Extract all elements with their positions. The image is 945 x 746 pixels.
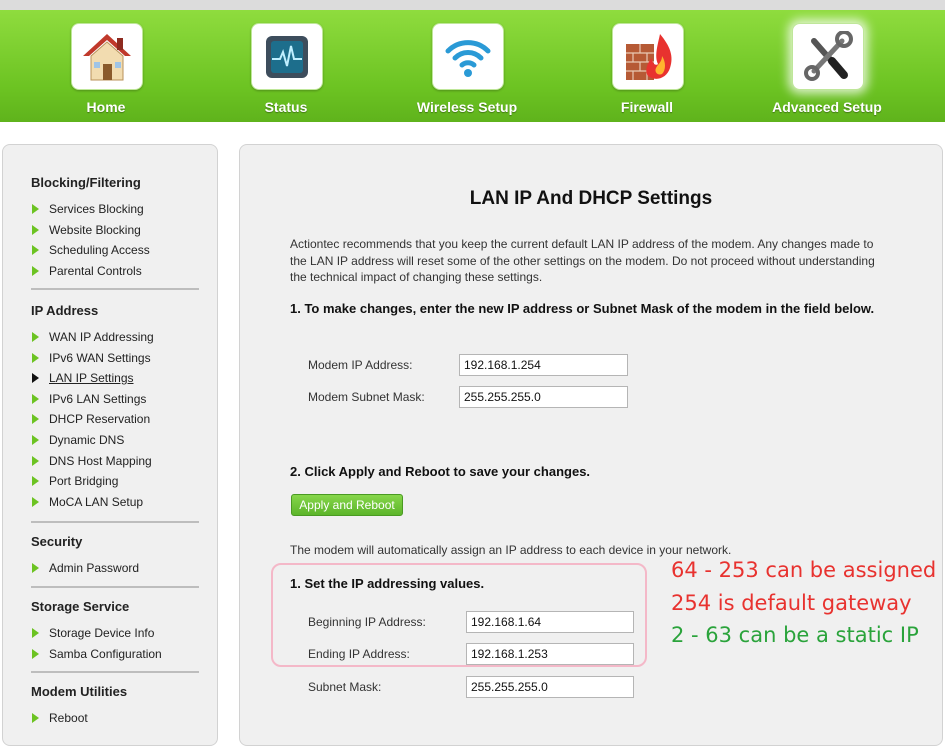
- step-2-instructions: 2. Click Apply and Reboot to save your c…: [290, 464, 591, 479]
- dhcp-note: The modem will automatically assign an I…: [290, 543, 732, 557]
- triangle-right-icon: [32, 455, 39, 466]
- tools-icon: [792, 23, 864, 90]
- sidebar-item-ipv6-lan-settings[interactable]: IPv6 LAN Settings: [31, 392, 201, 413]
- sidebar-section-storage: Storage Service Storage Device Info Samb…: [31, 599, 201, 667]
- apply-and-reboot-button[interactable]: Apply and Reboot: [291, 494, 403, 516]
- sidebar-divider: [31, 288, 199, 290]
- triangle-right-icon: [32, 434, 39, 445]
- sidebar-item-lan-ip-settings[interactable]: LAN IP Settings: [31, 371, 201, 392]
- house-icon: [71, 23, 143, 90]
- sidebar-item-scheduling-access[interactable]: Scheduling Access: [31, 243, 201, 264]
- sidebar-item-moca-lan-setup[interactable]: MoCA LAN Setup: [31, 495, 201, 516]
- nav-wireless-setup[interactable]: Wireless Setup: [387, 10, 547, 122]
- sidebar-item-parental-controls[interactable]: Parental Controls: [31, 264, 201, 285]
- annotation-static-range: 2 - 63 can be a static IP: [671, 623, 919, 647]
- sidebar-item-admin-password[interactable]: Admin Password: [31, 561, 201, 582]
- sidebar-section-ip-address: IP Address WAN IP Addressing IPv6 WAN Se…: [31, 303, 201, 515]
- sidebar-section-blocking: Blocking/Filtering Services Blocking Web…: [31, 175, 201, 284]
- main-nav-bar: Home Status Wireless Setup Firewall Adva…: [0, 10, 945, 122]
- modem-ip-label: Modem IP Address:: [308, 358, 413, 372]
- triangle-right-icon: [32, 414, 39, 425]
- nav-firewall-label: Firewall: [620, 99, 674, 115]
- sidebar-section-title: IP Address: [31, 303, 99, 318]
- sidebar-section-title: Security: [31, 534, 83, 549]
- step-1-instructions: 1. To make changes, enter the new IP add…: [290, 301, 875, 316]
- sidebar-item-dns-host-mapping[interactable]: DNS Host Mapping: [31, 454, 201, 475]
- wifi-icon: [432, 23, 504, 90]
- page-title: LAN IP And DHCP Settings: [469, 188, 713, 209]
- annotation-assigned-range: 64 - 253 can be assigned: [671, 558, 937, 582]
- sidebar-section-title: Storage Service: [31, 599, 130, 614]
- nav-advanced-setup[interactable]: Advanced Setup: [747, 10, 907, 122]
- triangle-right-icon: [32, 332, 39, 342]
- nav-wireless-label: Wireless Setup: [416, 99, 518, 115]
- triangle-right-icon: [32, 476, 39, 487]
- triangle-right-icon: [32, 245, 39, 256]
- triangle-right-icon: [32, 713, 39, 723]
- triangle-right-icon: [32, 373, 39, 384]
- triangle-right-icon: [32, 628, 39, 638]
- monitor-icon: [251, 23, 323, 90]
- sidebar-item-website-blocking[interactable]: Website Blocking: [31, 223, 201, 244]
- firewall-icon: [612, 23, 684, 90]
- top-strip: [0, 0, 945, 10]
- triangle-right-icon: [32, 648, 39, 659]
- sidebar-divider: [31, 521, 199, 523]
- subnet-mask-label: Subnet Mask:: [308, 680, 382, 694]
- sidebar-item-port-bridging[interactable]: Port Bridging: [31, 474, 201, 495]
- triangle-right-icon: [32, 224, 39, 235]
- sidebar-section-security: Security Admin Password: [31, 534, 201, 582]
- triangle-right-icon: [32, 352, 39, 363]
- modem-subnet-mask-input[interactable]: [459, 386, 628, 408]
- nav-status-label: Status: [264, 99, 308, 115]
- nav-home[interactable]: Home: [26, 10, 186, 122]
- dhcp-range-highlight: [271, 563, 647, 667]
- sidebar-divider: [31, 586, 199, 588]
- triangle-right-icon: [32, 204, 39, 214]
- subnet-mask-input[interactable]: [466, 676, 634, 698]
- sidebar-item-samba-configuration[interactable]: Samba Configuration: [31, 647, 201, 668]
- sidebar-section-title: Modem Utilities: [31, 684, 128, 699]
- nav-home-label: Home: [86, 99, 126, 115]
- sidebar-section-title: Blocking/Filtering: [31, 175, 141, 190]
- nav-advanced-label: Advanced Setup: [772, 99, 882, 115]
- annotation-default-gateway: 254 is default gateway: [671, 591, 912, 615]
- sidebar-section-modem-utilities: Modem Utilities Reboot: [31, 684, 201, 732]
- sidebar-item-services-blocking[interactable]: Services Blocking: [31, 202, 201, 223]
- sidebar-item-storage-device-info[interactable]: Storage Device Info: [31, 626, 201, 647]
- sidebar-divider: [31, 671, 199, 673]
- nav-status[interactable]: Status: [206, 10, 366, 122]
- sidebar-item-reboot[interactable]: Reboot: [31, 711, 201, 732]
- modem-subnet-mask-label: Modem Subnet Mask:: [308, 390, 425, 404]
- nav-firewall[interactable]: Firewall: [567, 10, 727, 122]
- triangle-right-icon: [32, 496, 39, 507]
- sidebar-item-ipv6-wan-settings[interactable]: IPv6 WAN Settings: [31, 351, 201, 372]
- modem-ip-input[interactable]: [459, 354, 628, 376]
- sidebar-item-dynamic-dns[interactable]: Dynamic DNS: [31, 433, 201, 454]
- triangle-right-icon: [32, 563, 39, 573]
- triangle-right-icon: [32, 393, 39, 404]
- sidebar-item-wan-ip-addressing[interactable]: WAN IP Addressing: [31, 330, 201, 351]
- sidebar: Blocking/Filtering Services Blocking Web…: [2, 144, 218, 746]
- triangle-right-icon: [32, 265, 39, 276]
- intro-text: Actiontec recommends that you keep the c…: [290, 237, 875, 284]
- sidebar-item-dhcp-reservation[interactable]: DHCP Reservation: [31, 412, 201, 433]
